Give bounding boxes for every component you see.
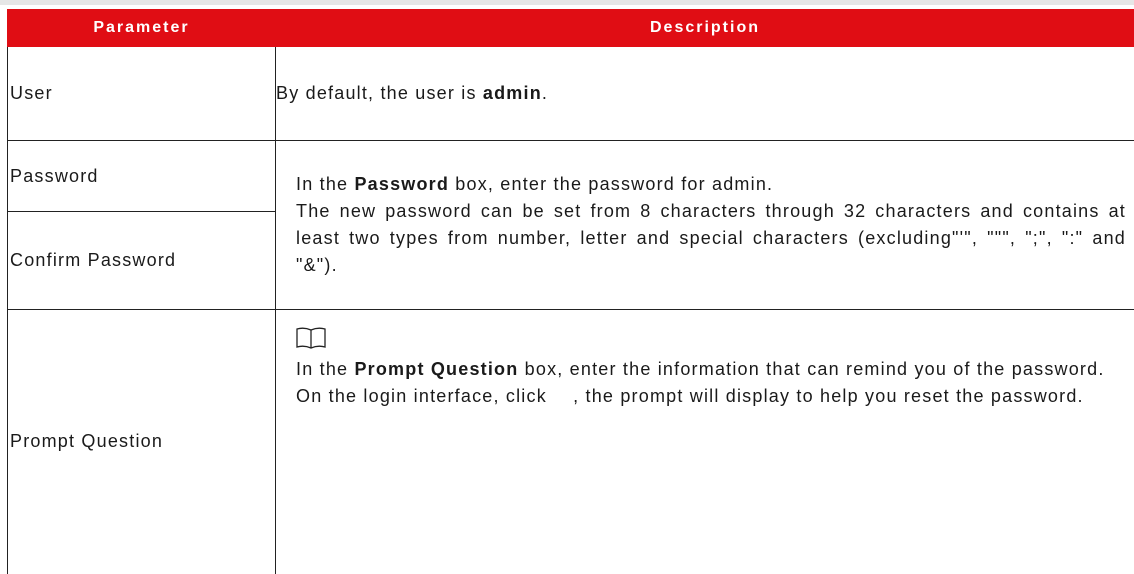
desc-password-line1: In the Password box, enter the password … (296, 171, 1126, 198)
param-prompt-question: Prompt Question (8, 310, 276, 574)
desc-prompt-pre: In the (296, 359, 354, 379)
desc-password-pre: In the (296, 174, 354, 194)
desc-password-line2: The new password can be set from 8 chara… (296, 198, 1126, 279)
table-row: User By default, the user is admin. (8, 47, 1134, 141)
desc-user-end: . (542, 83, 548, 103)
desc-prompt-line2-pre: On the login interface, click (296, 386, 553, 406)
desc-user: By default, the user is admin. (276, 47, 1134, 141)
parameter-table: Parameter Description User By default, t… (7, 9, 1134, 574)
param-confirm-password: Confirm Password (8, 212, 276, 310)
header-description: Description (276, 10, 1134, 47)
desc-user-bold: admin (483, 83, 542, 103)
desc-prompt-line2: On the login interface, click , the prom… (296, 383, 1126, 410)
desc-prompt-line2-post: , the prompt will display to help you re… (573, 386, 1084, 406)
table-row: Prompt Question In the Prompt Question b… (8, 310, 1134, 574)
table-header-row: Parameter Description (8, 10, 1134, 47)
top-strip (0, 0, 1134, 5)
header-parameter: Parameter (8, 10, 276, 47)
desc-password-bold: Password (354, 174, 449, 194)
desc-password: In the Password box, enter the password … (276, 141, 1134, 310)
desc-prompt-line1: In the Prompt Question box, enter the in… (296, 356, 1126, 383)
desc-prompt-bold: Prompt Question (354, 359, 518, 379)
table-row: Password In the Password box, enter the … (8, 141, 1134, 212)
book-note-icon (296, 326, 326, 350)
param-user: User (8, 47, 276, 141)
desc-prompt-question: In the Prompt Question box, enter the in… (276, 310, 1134, 574)
desc-password-post: box, enter the password for admin. (449, 174, 773, 194)
desc-prompt-post: box, enter the information that can remi… (518, 359, 1104, 379)
param-password: Password (8, 141, 276, 212)
desc-user-text: By default, the user is (276, 83, 483, 103)
